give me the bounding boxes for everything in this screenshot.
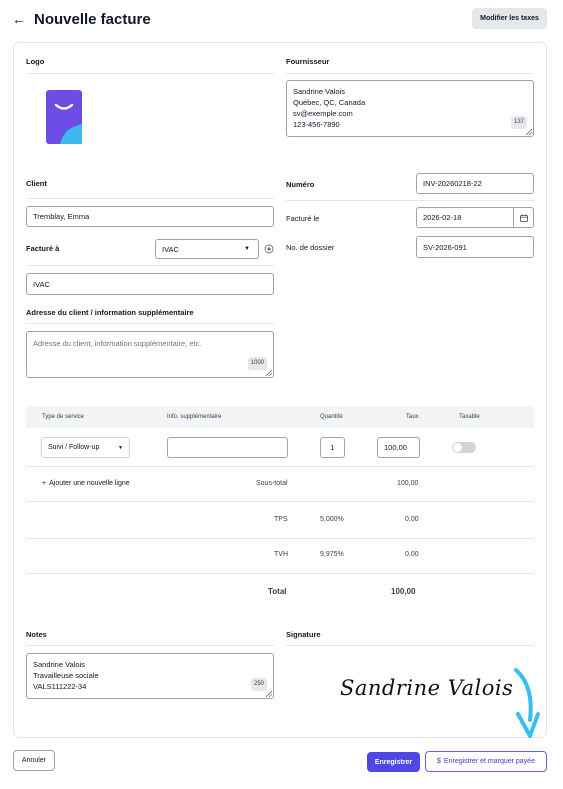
character-counter: 250 [250, 678, 267, 691]
divider [26, 265, 274, 266]
divider [26, 573, 534, 574]
add-line-label: Ajouter une nouvelle ligne [49, 480, 130, 487]
billed-on-label: Facturé le [286, 214, 320, 223]
invoice-logo-icon[interactable] [44, 88, 84, 146]
supplier-line: 123-456-7890 [293, 120, 340, 129]
billed-on-date-input[interactable]: 2026-02-18 [416, 207, 534, 228]
rate-header: Taux [406, 414, 419, 420]
invoice-card [13, 42, 547, 738]
divider [26, 73, 274, 74]
divider [26, 645, 274, 646]
arrow-left-icon[interactable]: ← [12, 12, 26, 26]
service-type-value: Suivi / Follow-up [48, 444, 100, 451]
arrow-down-icon [514, 668, 540, 738]
file-number-input[interactable]: SV-2026-091 [416, 236, 534, 258]
divider [26, 501, 534, 502]
notes-label: Notes [26, 630, 47, 639]
client-address-label: Adresse du client / information suppléme… [26, 308, 194, 317]
signature-image: Sandrine Valois [340, 676, 514, 700]
resize-handle-icon[interactable] [526, 129, 532, 135]
taxable-header: Taxable [459, 414, 480, 420]
tax-rate: 5,000% [320, 516, 344, 523]
invoice-number-input[interactable]: INV-20260218-22 [416, 173, 534, 194]
calendar-icon[interactable] [513, 208, 533, 227]
subtotal-label: Sous-total [256, 480, 288, 487]
signature-label: Signature [286, 630, 321, 639]
resize-handle-icon[interactable] [266, 370, 272, 376]
plus-icon: + [42, 480, 47, 487]
divider [26, 323, 274, 324]
tax-amount: 0,00 [405, 516, 419, 523]
service-type-select[interactable]: Suivi / Follow-up ▼ [41, 437, 130, 458]
billed-to-select[interactable]: IVAC ▼ [155, 239, 259, 259]
supplier-label: Fournisseur [286, 57, 330, 66]
clear-circle-icon[interactable] [264, 244, 274, 254]
chevron-down-icon: ▼ [244, 246, 250, 252]
divider [26, 466, 534, 467]
client-address-placeholder: Adresse du client, information supplémen… [33, 339, 202, 348]
resize-handle-icon[interactable] [266, 691, 272, 697]
supplier-line: Sandrine Valois [293, 87, 345, 96]
save-and-mark-paid-button[interactable]: $ Enregistrer et marquer payée [425, 751, 547, 772]
client-name-input[interactable]: Tremblay, Emma [26, 206, 274, 227]
total-label: Total [268, 587, 287, 596]
tax-name: TVH [274, 551, 288, 558]
rate-input[interactable]: 100,00 [377, 437, 420, 458]
extra-info-header: Info. supplémentaire [167, 414, 222, 420]
divider [26, 538, 534, 539]
save-and-mark-paid-label: Enregistrer et marquer payée [443, 758, 535, 765]
client-label: Client [26, 179, 47, 188]
notes-line: Sandrine Valois [33, 660, 85, 669]
add-line-button[interactable]: + Ajouter une nouvelle ligne [42, 480, 130, 487]
dollar-icon: $ [437, 758, 441, 765]
divider [286, 645, 534, 646]
chevron-down-icon: ▼ [118, 444, 123, 451]
character-counter: 137 [510, 116, 527, 129]
tax-amount: 0,00 [405, 551, 419, 558]
page-header: ← Nouvelle facture [12, 9, 151, 29]
billed-to-label: Facturé à [26, 244, 60, 253]
billed-on-date-value: 2026-02-18 [423, 213, 462, 222]
notes-textarea[interactable]: Sandrine Valois Travailleuse sociale VAL… [26, 653, 274, 699]
billed-to-input[interactable]: IVAC [26, 273, 274, 295]
client-address-textarea[interactable]: Adresse du client, information supplémen… [26, 331, 274, 378]
table-header [26, 406, 534, 428]
supplier-line: Québec, QC, Canada [293, 98, 366, 107]
notes-line: VALS111222-34 [33, 682, 87, 691]
tax-rate: 9,975% [320, 551, 344, 558]
supplier-line: sv@exemple.com [293, 109, 353, 118]
subtotal-value: 100,00 [397, 480, 419, 487]
modify-taxes-button[interactable]: Modifier les taxes [472, 8, 547, 29]
cancel-button[interactable]: Annuler [13, 750, 55, 771]
billed-to-select-value: IVAC [162, 244, 179, 254]
quantity-header: Quantité [320, 414, 343, 420]
tax-name: TPS [274, 516, 288, 523]
total-value: 100,00 [391, 587, 416, 596]
page-title: Nouvelle facture [34, 10, 151, 28]
quantity-input[interactable]: 1 [320, 437, 345, 458]
taxable-toggle[interactable] [452, 442, 476, 453]
divider [26, 198, 274, 199]
extra-info-input[interactable] [167, 437, 288, 458]
logo-label: Logo [26, 57, 45, 66]
service-type-header: Type de service [42, 414, 85, 420]
supplier-textarea[interactable]: Sandrine Valois Québec, QC, Canada sv@ex… [286, 80, 534, 137]
character-counter: 1000 [247, 357, 267, 370]
notes-line: Travailleuse sociale [33, 671, 99, 680]
file-number-label: No. de dossier [286, 243, 335, 252]
save-button[interactable]: Enregistrer [367, 752, 420, 772]
invoice-number-label: Numéro [286, 180, 315, 189]
toggle-knob [453, 443, 462, 452]
divider [286, 200, 534, 201]
divider [286, 73, 534, 74]
